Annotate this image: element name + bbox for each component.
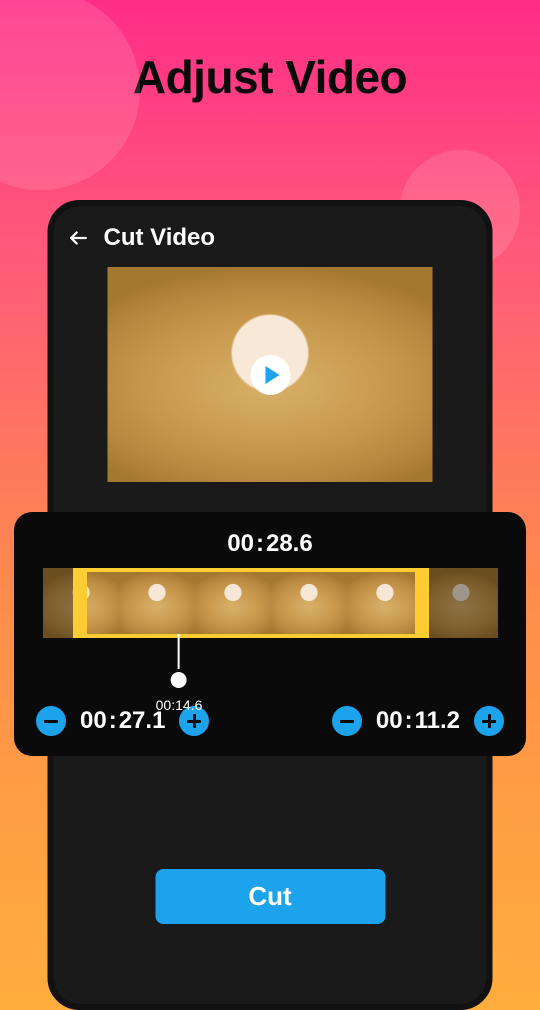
trim-handle-start[interactable] <box>73 568 87 638</box>
decorative-circle <box>0 0 140 190</box>
back-arrow-icon[interactable] <box>68 227 90 249</box>
trim-handle-end[interactable] <box>415 568 429 638</box>
trim-controls: 00:27.1 00:11.2 <box>32 706 508 736</box>
start-mm: 00 <box>80 707 107 734</box>
filmstrip-frame <box>195 568 271 638</box>
total-duration: 00:28.6 <box>32 530 508 558</box>
app-header: Cut Video <box>54 206 487 262</box>
play-button[interactable] <box>250 355 290 395</box>
start-decrement-button[interactable] <box>36 706 66 736</box>
filmstrip-frame <box>347 568 423 638</box>
play-icon <box>265 366 279 384</box>
start-increment-button[interactable] <box>179 706 209 736</box>
filmstrip-dim-right <box>429 568 498 638</box>
filmstrip[interactable] <box>43 568 498 638</box>
total-ss: 28.6 <box>266 530 313 557</box>
trim-panel: 00:28.6 00:27.1 <box>14 512 526 756</box>
video-preview[interactable] <box>108 267 433 482</box>
filmstrip-frame <box>119 568 195 638</box>
cut-button-label: Cut <box>248 881 291 912</box>
screen-title: Cut Video <box>104 224 216 252</box>
start-time: 00:27.1 <box>80 707 165 735</box>
filmstrip-frame <box>271 568 347 638</box>
start-ss: 27.1 <box>119 707 166 734</box>
filmstrip-dim-left <box>43 568 73 638</box>
end-ss: 11.2 <box>415 707 460 734</box>
end-mm: 00 <box>376 707 403 734</box>
minus-icon <box>340 720 354 723</box>
cut-button[interactable]: Cut <box>155 869 385 924</box>
trim-start-group: 00:27.1 <box>36 706 209 736</box>
minus-icon <box>44 720 58 723</box>
end-decrement-button[interactable] <box>332 706 362 736</box>
filmstrip-selection-border <box>73 634 429 638</box>
total-mm: 00 <box>227 530 254 557</box>
trim-end-group: 00:11.2 <box>332 706 504 736</box>
end-time: 00:11.2 <box>376 707 460 735</box>
filmstrip-selection-border <box>73 568 429 572</box>
end-increment-button[interactable] <box>474 706 504 736</box>
